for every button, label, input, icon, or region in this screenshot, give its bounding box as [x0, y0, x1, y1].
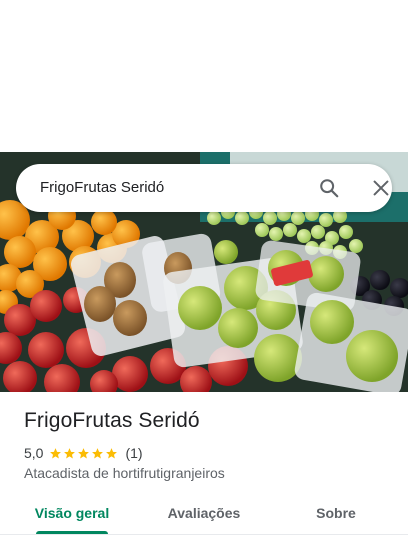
star-icon	[92, 447, 104, 458]
tabs-divider	[0, 534, 408, 535]
star-icon	[50, 447, 62, 458]
place-title: FrigoFrutas Seridó	[24, 409, 200, 432]
rating-value: 5,0	[24, 445, 44, 461]
blank-map-area	[0, 0, 408, 152]
search-bar[interactable]: FrigoFrutas Seridó	[16, 164, 392, 212]
star-icon	[78, 447, 90, 458]
star-rating	[49, 447, 119, 460]
tab-about[interactable]: Sobre	[296, 493, 376, 537]
place-category[interactable]: Atacadista de hortifrutigranjeiros	[24, 465, 225, 481]
review-count[interactable]: (1)	[125, 445, 142, 461]
star-icon	[64, 447, 76, 458]
search-icon[interactable]	[318, 177, 340, 199]
close-icon[interactable]	[370, 177, 392, 199]
star-icon	[106, 447, 118, 458]
search-query-text[interactable]: FrigoFrutas Seridó	[40, 164, 164, 212]
rating-row[interactable]: 5,0 (1)	[24, 444, 143, 462]
tab-reviews[interactable]: Avaliações	[156, 493, 252, 537]
